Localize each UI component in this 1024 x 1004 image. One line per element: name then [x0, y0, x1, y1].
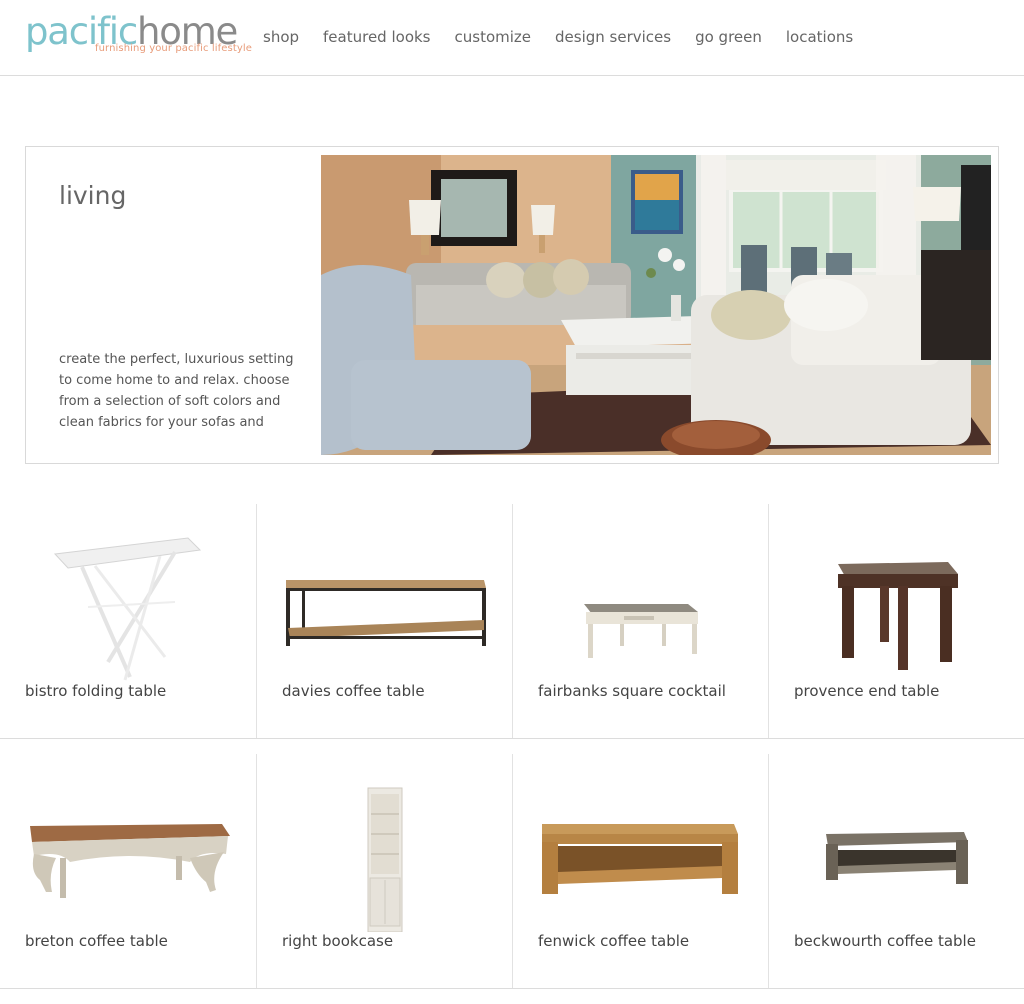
product-image[interactable] [256, 512, 512, 682]
product-image[interactable] [0, 762, 256, 932]
product-name[interactable]: fairbanks square cocktail [538, 682, 726, 700]
product-image[interactable] [512, 512, 768, 682]
product-card[interactable]: fenwick coffee table [512, 752, 768, 986]
nav-featured-looks[interactable]: featured looks [323, 26, 430, 48]
product-card[interactable]: davies coffee table [256, 502, 512, 736]
bistro-folding-table-icon [53, 537, 202, 681]
nav-go-green[interactable]: go green [695, 26, 762, 48]
product-name[interactable]: davies coffee table [282, 682, 425, 700]
fenwick-coffee-table-icon [542, 824, 738, 894]
product-card[interactable]: bistro folding table [0, 502, 256, 736]
product-image[interactable] [512, 762, 768, 932]
beckwourth-coffee-table-icon [826, 832, 968, 884]
product-name[interactable]: provence end table [794, 682, 939, 700]
product-name[interactable]: fenwick coffee table [538, 932, 689, 950]
davies-coffee-table-icon [286, 580, 486, 646]
nav-locations[interactable]: locations [786, 26, 853, 48]
product-card[interactable]: breton coffee table [0, 752, 256, 986]
site-header: pacifichome furnishing your pacific life… [0, 0, 1024, 76]
fairbanks-square-cocktail-icon [584, 604, 698, 658]
grid-row-divider [0, 988, 1024, 989]
product-image[interactable] [768, 762, 1024, 932]
nav-design-services[interactable]: design services [555, 26, 671, 48]
product-card[interactable]: provence end table [768, 502, 1024, 736]
right-bookcase-icon [367, 787, 403, 933]
product-name[interactable]: bistro folding table [25, 682, 166, 700]
product-image[interactable] [768, 512, 1024, 682]
main-nav: shop featured looks customize design ser… [263, 26, 877, 48]
hero-title: living [59, 181, 127, 210]
grid-row-divider [0, 738, 1024, 739]
nav-shop[interactable]: shop [263, 26, 299, 48]
living-room-illustration [321, 155, 991, 455]
logo-tagline: furnishing your pacific lifestyle [95, 43, 253, 54]
product-name[interactable]: breton coffee table [25, 932, 168, 950]
breton-coffee-table-icon [30, 824, 230, 898]
site-logo[interactable]: pacifichome furnishing your pacific life… [25, 12, 252, 62]
hero-banner: living create the perfect, luxurious set… [25, 146, 999, 464]
product-name[interactable]: right bookcase [282, 932, 393, 950]
nav-customize[interactable]: customize [455, 26, 532, 48]
product-card[interactable]: fairbanks square cocktail [512, 502, 768, 736]
product-card[interactable]: beckwourth coffee table [768, 752, 1024, 986]
hero-living-room-image[interactable] [321, 155, 991, 455]
product-card[interactable]: right bookcase [256, 752, 512, 986]
product-image[interactable] [0, 512, 256, 682]
product-name[interactable]: beckwourth coffee table [794, 932, 976, 950]
provence-end-table-icon [838, 562, 958, 670]
product-image[interactable] [256, 762, 512, 933]
hero-description: create the perfect, luxurious setting to… [59, 352, 294, 430]
